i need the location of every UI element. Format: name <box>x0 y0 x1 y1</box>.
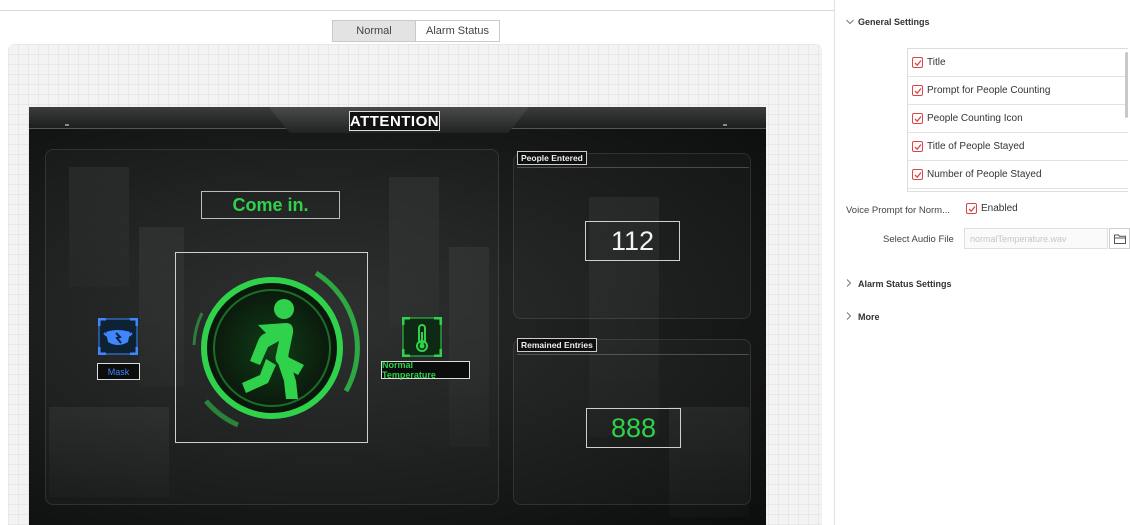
chevron-down-icon <box>846 17 858 27</box>
chevron-right-icon <box>846 312 858 322</box>
folder-icon <box>1113 234 1126 244</box>
voice-prompt-enabled-label: Enabled <box>981 203 1018 214</box>
temperature-label[interactable]: Normal Temperature <box>381 360 470 380</box>
people-entered-label[interactable]: People Entered <box>517 151 587 165</box>
audio-file-input[interactable]: normalTemperature.wav <box>964 228 1108 249</box>
general-settings-checklist: Title Prompt for People Counting People … <box>907 48 1128 192</box>
mask-label[interactable]: Mask <box>97 363 140 380</box>
remained-entries-value[interactable]: 888 <box>586 408 681 448</box>
display-preview: ATTENTION Come in. Mask Normal Temperatu… <box>29 107 766 525</box>
people-counting-icon-frame[interactable] <box>175 252 368 443</box>
header-dot <box>65 124 69 126</box>
editor-window: Normal Alarm Status ATTENTION Come in. M… <box>0 0 1130 525</box>
checklist-item-label: Number of People Stayed <box>927 169 1042 180</box>
checkbox-checked-icon <box>912 113 923 124</box>
prompt-text[interactable]: Come in. <box>201 191 340 219</box>
checkbox-checked-icon <box>912 85 923 96</box>
checkbox-checked-icon <box>912 57 923 68</box>
browse-folder-button[interactable] <box>1109 228 1130 249</box>
checklist-item-label: Title of People Stayed <box>927 141 1025 152</box>
more-title: More <box>858 312 880 322</box>
voice-prompt-label: Voice Prompt for Norm... <box>846 205 951 216</box>
checkbox-checked-icon <box>912 169 923 180</box>
checkbox-checked-icon <box>966 203 977 214</box>
mask-icon[interactable] <box>97 317 139 356</box>
checklist-item-number-stayed[interactable]: Number of People Stayed <box>908 161 1128 189</box>
checkbox-checked-icon <box>912 141 923 152</box>
checklist-item-label: People Counting Icon <box>927 113 1023 124</box>
top-divider <box>0 10 834 11</box>
checklist-item-label: Prompt for People Counting <box>927 85 1051 96</box>
thermometer-icon[interactable] <box>401 316 443 358</box>
general-settings-header[interactable]: General Settings <box>846 17 930 27</box>
panel-divider <box>834 0 835 525</box>
header-dot <box>723 124 727 126</box>
checklist-item-title[interactable]: Title <box>908 49 1128 77</box>
alarm-status-settings-title: Alarm Status Settings <box>858 279 952 289</box>
walking-person-icon <box>192 270 360 428</box>
checklist-item-counting-icon[interactable]: People Counting Icon <box>908 105 1128 133</box>
people-entered-underline <box>517 167 749 168</box>
remained-entries-label[interactable]: Remained Entries <box>517 338 597 352</box>
checklist-item-prompt[interactable]: Prompt for People Counting <box>908 77 1128 105</box>
tab-normal[interactable]: Normal <box>332 20 416 42</box>
select-audio-file-label: Select Audio File <box>883 234 954 245</box>
chevron-right-icon <box>846 279 858 289</box>
remained-entries-underline <box>517 354 749 355</box>
alarm-status-settings-header[interactable]: Alarm Status Settings <box>846 279 952 289</box>
people-entered-value[interactable]: 112 <box>585 221 680 261</box>
checklist-scrollbar[interactable] <box>1125 52 1128 118</box>
more-header[interactable]: More <box>846 312 880 322</box>
attention-title[interactable]: ATTENTION <box>349 111 440 131</box>
general-settings-title: General Settings <box>858 17 930 27</box>
mode-toggle: Normal Alarm Status <box>332 20 500 42</box>
voice-prompt-enabled-checkbox[interactable]: Enabled <box>966 203 1018 214</box>
checklist-item-title-stayed[interactable]: Title of People Stayed <box>908 133 1128 161</box>
tab-alarm-status[interactable]: Alarm Status <box>416 20 500 42</box>
checklist-item-label: Title <box>927 57 946 68</box>
